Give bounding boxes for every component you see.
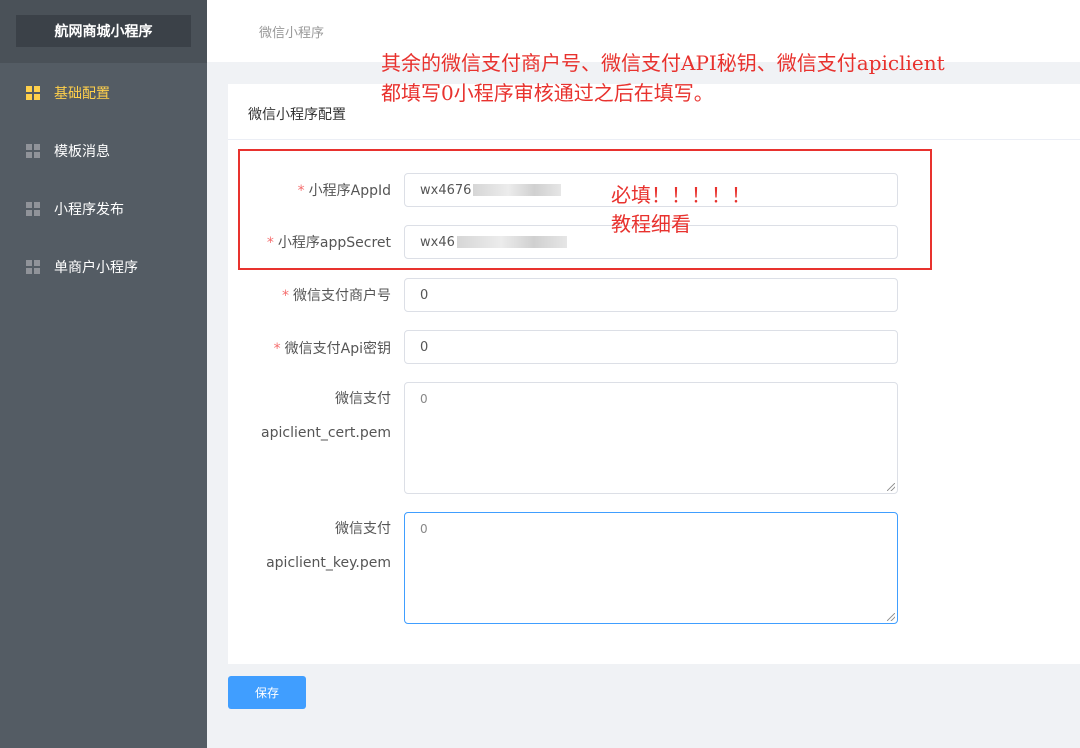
brand-title: 航网商城小程序 [16,15,191,47]
card-title: 微信小程序配置 [248,107,346,123]
sidebar-item-basic-config[interactable]: 基础配置 [0,64,207,122]
sidebar-item-label: 模板消息 [54,144,110,160]
sidebar-item-publish[interactable]: 小程序发布 [0,180,207,238]
resize-handle-icon[interactable] [887,613,895,621]
grid-icon [26,202,40,216]
required-star: * [273,341,281,357]
annotation-note: 其余的微信支付商户号、微信支付API秘钥、微信支付apiclient 都填写0小… [381,51,945,105]
sidebar-item-single-merchant[interactable]: 单商户小程序 [0,238,207,296]
grid-icon [26,260,40,274]
api-key-input[interactable]: 0 [404,330,898,364]
breadcrumb[interactable]: 微信小程序 [259,22,324,41]
grid-icon [26,144,40,158]
grid-icon [26,86,40,100]
brand-area: 航网商城小程序 [0,0,207,63]
key-label: 微信支付 apiclient_key.pem [266,521,391,571]
resize-handle-icon[interactable] [887,483,895,491]
sidebar-item-label: 单商户小程序 [54,260,138,276]
sidebar: 航网商城小程序 基础配置 模板消息 小程序发布 单商户小程序 [0,0,207,748]
annotation-highlight-box [238,149,932,270]
mch-id-input[interactable]: 0 [404,278,898,312]
mch-id-label: * 微信支付商户号 [282,288,391,304]
api-key-label: * 微信支付Api密钥 [273,341,391,357]
key-textarea[interactable]: 0 [404,512,898,624]
sidebar-item-label: 小程序发布 [54,202,124,218]
annotation-required: 必填！！！！！ 教程细看 [611,183,751,236]
sidebar-item-label: 基础配置 [54,86,110,102]
sidebar-item-template-message[interactable]: 模板消息 [0,122,207,180]
cert-textarea[interactable]: 0 [404,382,898,494]
save-button[interactable]: 保存 [228,676,306,709]
cert-label: 微信支付 apiclient_cert.pem [261,391,391,441]
required-star: * [282,288,289,304]
